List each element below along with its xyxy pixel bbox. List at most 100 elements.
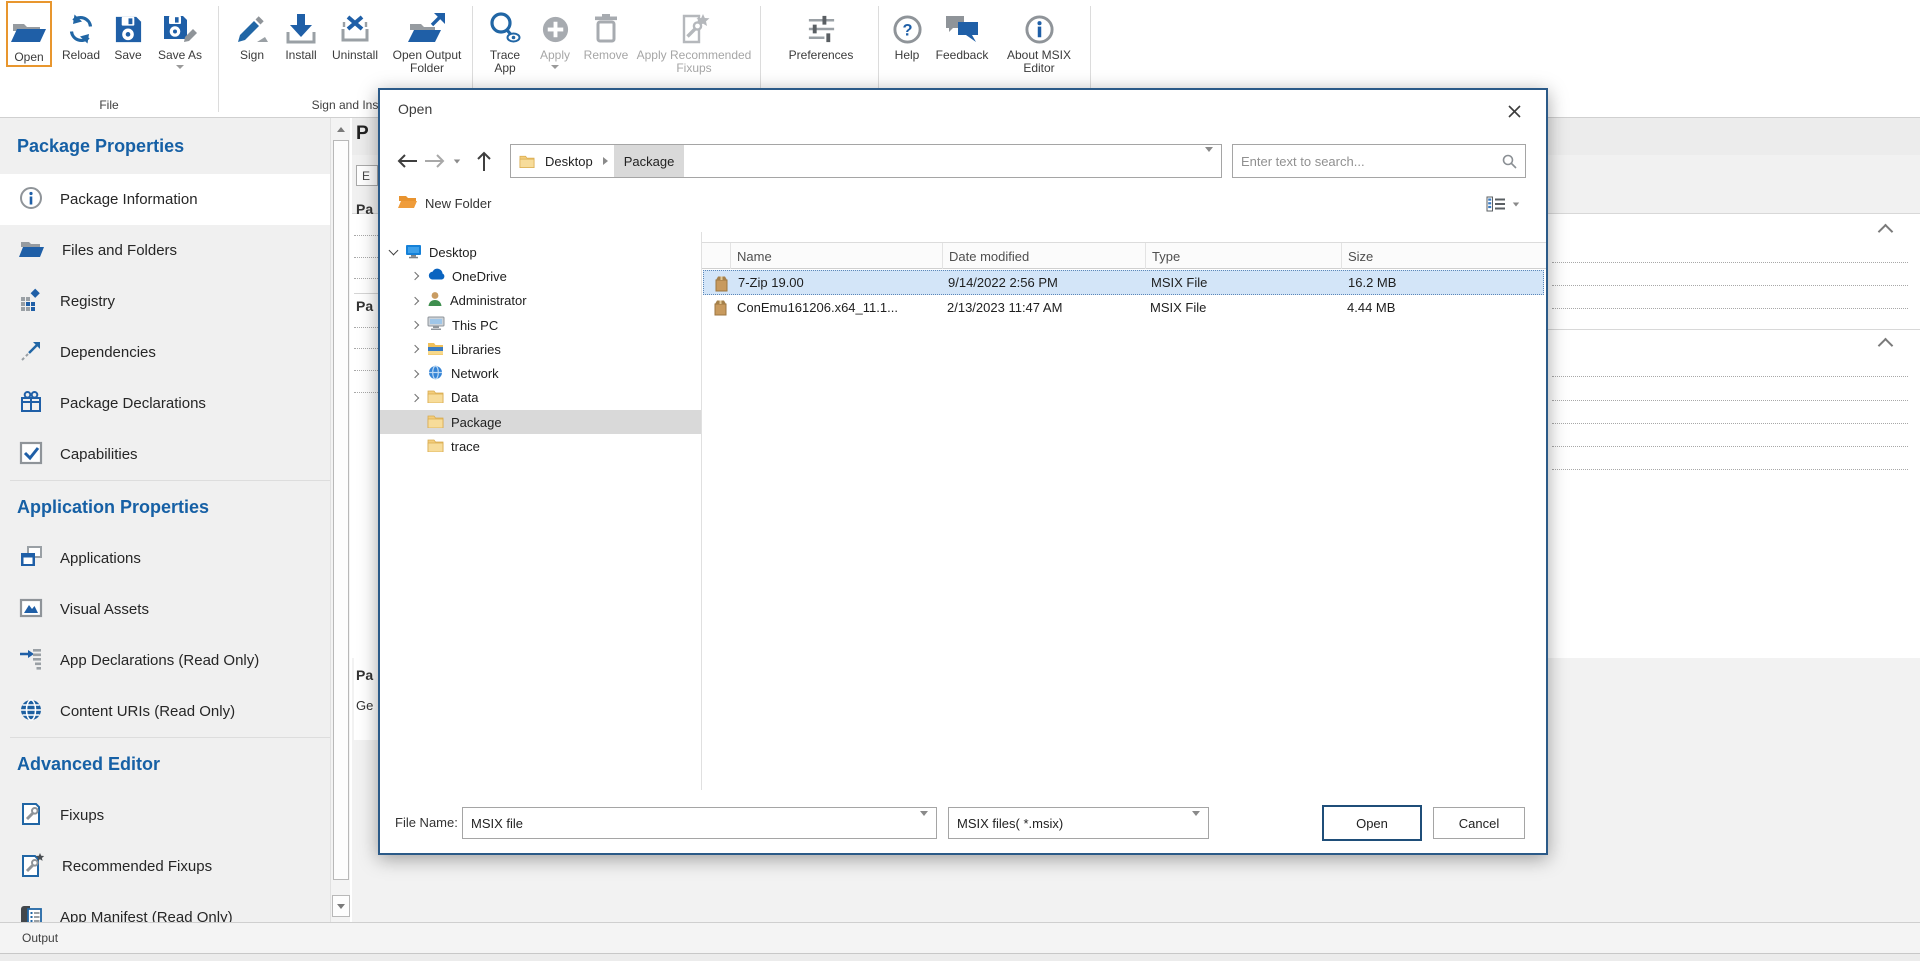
search-icon[interactable]: [1501, 153, 1525, 169]
column-header-date-modified[interactable]: Date modified: [943, 243, 1146, 269]
chevron-collapsed-icon[interactable]: [410, 346, 420, 352]
apply-recommended-fixups-button[interactable]: Apply Recommended Fixups: [636, 3, 752, 75]
file-date: 2/13/2023 11:47 AM: [947, 300, 1062, 315]
tree-item-desktop[interactable]: Desktop: [380, 240, 701, 264]
back-button[interactable]: [394, 148, 420, 174]
column-header-gutter[interactable]: [702, 243, 731, 269]
sidebar-item-package-declarations[interactable]: Package Declarations: [0, 378, 330, 429]
up-button[interactable]: [470, 148, 498, 174]
computer-icon: [427, 316, 445, 334]
libraries-icon: [427, 341, 444, 358]
sidebar-item-visual-assets[interactable]: Visual Assets: [0, 584, 330, 635]
reload-button[interactable]: Reload: [58, 3, 104, 62]
arrow-right-icon: [424, 153, 446, 169]
address-dropdown-button[interactable]: [1205, 152, 1221, 170]
forward-button[interactable]: [422, 148, 448, 174]
sign-button[interactable]: Sign: [228, 3, 276, 62]
feedback-bubble-icon: [944, 3, 980, 45]
dialog-open-button[interactable]: Open: [1322, 805, 1422, 841]
tree-item-data[interactable]: Data: [380, 386, 701, 410]
sidebar-item-dependencies[interactable]: Dependencies: [0, 327, 330, 378]
tree-item-network[interactable]: Network: [380, 361, 701, 385]
tree-item-this-pc[interactable]: This PC: [380, 313, 701, 337]
dialog-cancel-button[interactable]: Cancel: [1433, 807, 1525, 839]
sidebar-item-files-and-folders[interactable]: Files and Folders: [0, 225, 330, 276]
scrollbar-thumb[interactable]: [333, 140, 349, 880]
triangle-up-icon: [337, 127, 345, 132]
sidebar-scrollbar[interactable]: [330, 118, 350, 922]
recent-locations-button[interactable]: [450, 148, 464, 174]
chevron-collapsed-icon[interactable]: [410, 273, 420, 279]
tree-item-onedrive[interactable]: OneDrive: [380, 264, 701, 288]
about-msix-editor-button[interactable]: About MSIX Editor: [996, 3, 1082, 75]
sidebar-item-applications[interactable]: Applications: [0, 533, 330, 584]
search-box: [1232, 144, 1526, 178]
sidebar-item-content-uris[interactable]: Content URIs (Read Only): [0, 686, 330, 737]
package-file-icon: [713, 299, 728, 319]
doc-wrench-star-gray-icon: [676, 3, 712, 45]
output-label[interactable]: Output: [22, 931, 58, 945]
uninstall-button[interactable]: Uninstall: [326, 3, 384, 62]
toolbar-button-partial[interactable]: E: [356, 165, 378, 186]
save-as-button[interactable]: Save As: [152, 3, 208, 69]
dialog-title: Open: [398, 101, 432, 117]
breadcrumb-package[interactable]: Package: [614, 145, 685, 177]
chevron-collapsed-icon[interactable]: [410, 395, 420, 401]
sidebar-item-capabilities[interactable]: Capabilities: [0, 429, 330, 480]
open-output-folder-button[interactable]: Open Output Folder: [388, 3, 466, 75]
trace-app-button[interactable]: Trace App: [482, 3, 528, 75]
preferences-button[interactable]: Preferences: [772, 3, 870, 62]
file-name-label: File Name:: [395, 815, 458, 830]
tree-item-trace[interactable]: trace: [380, 434, 701, 458]
chevron-down-icon: [551, 65, 559, 69]
trash-icon: [591, 3, 621, 45]
chevron-down-icon: [1513, 202, 1519, 206]
sidebar-item-recommended-fixups[interactable]: Recommended Fixups: [0, 841, 330, 892]
chevron-collapsed-icon[interactable]: [410, 322, 420, 328]
close-button[interactable]: [1498, 96, 1530, 126]
file-type-dropdown-button[interactable]: [1192, 816, 1208, 831]
new-folder-button[interactable]: New Folder: [398, 190, 491, 216]
column-header-size[interactable]: Size: [1342, 243, 1546, 269]
file-name-input[interactable]: [463, 816, 920, 831]
open-button[interactable]: Open: [6, 1, 52, 67]
tree-item-administrator[interactable]: Administrator: [380, 289, 701, 313]
column-header-type[interactable]: Type: [1146, 243, 1342, 269]
view-mode-button[interactable]: [1480, 192, 1526, 216]
user-icon: [427, 291, 443, 310]
chevron-collapsed-icon[interactable]: [410, 371, 420, 377]
save-button[interactable]: Save: [106, 3, 150, 62]
file-list-header: Name Date modified Type Size: [702, 242, 1546, 269]
file-type: MSIX File: [1150, 300, 1206, 315]
tree-item-libraries[interactable]: Libraries: [380, 337, 701, 361]
globe-icon: [19, 698, 43, 726]
close-icon: [1507, 104, 1522, 119]
apply-button[interactable]: Apply: [532, 3, 578, 69]
sidebar-item-app-declarations[interactable]: App Declarations (Read Only): [0, 635, 330, 686]
help-button[interactable]: ? Help: [886, 3, 928, 62]
feedback-button[interactable]: Feedback: [930, 3, 994, 62]
file-row-7zip[interactable]: 7-Zip 19.00 9/14/2022 2:56 PM MSIX File …: [703, 270, 1544, 295]
sidebar-item-app-manifest[interactable]: App Manifest (Read Only): [0, 892, 330, 922]
remove-button[interactable]: Remove: [580, 3, 632, 62]
scroll-up-button[interactable]: [333, 120, 349, 138]
sidebar-item-fixups[interactable]: Fixups: [0, 790, 330, 841]
new-folder-icon: [398, 194, 417, 212]
breadcrumb-desktop[interactable]: Desktop: [535, 145, 603, 177]
chevron-collapsed-icon[interactable]: [410, 298, 420, 304]
install-button[interactable]: Install: [278, 3, 324, 62]
doc-wrench-icon: [19, 802, 43, 830]
chevron-down-icon: [920, 811, 928, 831]
chevron-expanded-icon[interactable]: [388, 250, 398, 254]
column-header-name[interactable]: Name: [731, 243, 943, 269]
address-bar[interactable]: Desktop Package: [510, 144, 1222, 178]
search-input[interactable]: [1233, 154, 1501, 169]
tree-item-package[interactable]: Package: [380, 410, 701, 434]
details-view-icon: [1486, 196, 1506, 212]
sidebar-item-package-information[interactable]: Package Information: [0, 174, 330, 225]
scroll-down-button[interactable]: [332, 895, 350, 917]
sidebar-item-registry[interactable]: Registry: [0, 276, 330, 327]
file-type-combo[interactable]: MSIX files( *.msix): [948, 807, 1209, 839]
file-row-conemu[interactable]: ConEmu161206.x64_11.1... 2/13/2023 11:47…: [703, 295, 1544, 320]
file-name-dropdown-button[interactable]: [920, 816, 936, 831]
